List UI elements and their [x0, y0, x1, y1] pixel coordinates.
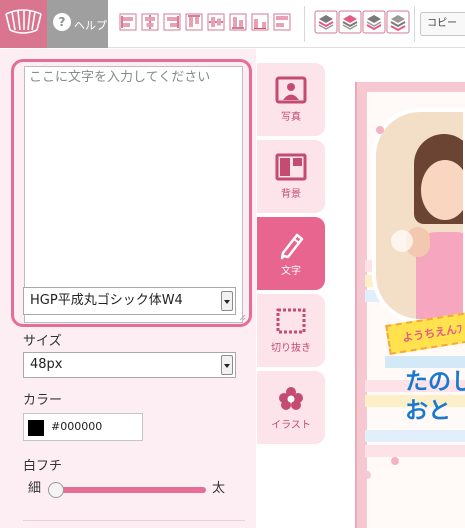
top-toolbar: ? ヘルプ コピー: [0, 0, 465, 48]
background-icon: [275, 153, 307, 181]
align-right-icon: [163, 13, 181, 31]
tab-label: 文字: [281, 266, 301, 277]
size-select-value: 48px: [30, 357, 63, 372]
send-back-button[interactable]: [386, 10, 410, 34]
layers-front-icon: [314, 10, 338, 34]
outline-min-label: 細: [28, 481, 42, 496]
decor-stripe: [365, 445, 465, 457]
bring-front-button[interactable]: [314, 10, 338, 34]
align-center-icon: [141, 13, 159, 31]
send-backward-button[interactable]: [362, 10, 386, 34]
crop-frame-icon: [276, 308, 306, 334]
align-bottom-button[interactable]: [228, 12, 248, 32]
outline-max-label: 太: [212, 481, 226, 496]
size-label: サイズ: [23, 334, 62, 349]
photo-bubble: [391, 230, 413, 252]
color-label: カラー: [23, 393, 63, 408]
flower-decoration-icon: [363, 471, 371, 479]
heading-line2: おと: [405, 398, 451, 424]
tab-label: 背景: [281, 189, 301, 200]
toolbar-separator: [414, 6, 415, 42]
layers-forward-icon: [338, 10, 362, 34]
app-logo[interactable]: [0, 0, 47, 48]
resize-grip-icon[interactable]: [238, 313, 246, 321]
distribute-vertical-icon: [273, 13, 291, 31]
align-left-button[interactable]: [118, 12, 138, 32]
outline-slider-track[interactable]: [51, 487, 206, 493]
photo-icon: [275, 76, 307, 104]
outline-label: 白フチ: [23, 459, 63, 474]
align-right-button[interactable]: [162, 12, 182, 32]
align-middle-button[interactable]: [206, 12, 226, 32]
panel-divider: [23, 520, 245, 521]
size-select[interactable]: 48px: [23, 352, 236, 378]
child-photo[interactable]: [372, 108, 465, 323]
color-value: #000000: [51, 420, 103, 433]
font-select[interactable]: HGP平成丸ゴシック体W4: [23, 287, 236, 315]
pencil-icon: [280, 233, 304, 260]
flower-decoration-icon: [391, 457, 399, 465]
flower-decoration-icon: [376, 126, 384, 134]
align-top-icon: [185, 13, 203, 31]
tab-label: 写真: [281, 112, 301, 123]
align-middle-icon: [207, 13, 225, 31]
distribute-icon: [251, 13, 269, 31]
decor-stripe: [365, 430, 465, 442]
tab-photo[interactable]: 写真: [257, 63, 325, 136]
logo-icon: [5, 9, 42, 34]
tab-crop[interactable]: 切り抜き: [257, 294, 325, 367]
question-icon: ?: [53, 13, 71, 31]
distribute-v-button[interactable]: [272, 12, 292, 32]
color-picker[interactable]: #000000: [23, 413, 143, 441]
font-select-value: HGP平成丸ゴシック体W4: [30, 293, 183, 308]
copy-button[interactable]: コピー: [420, 12, 465, 36]
tab-label: 切り抜き: [271, 343, 311, 354]
tab-illustration[interactable]: イラスト: [257, 371, 325, 444]
color-swatch: [28, 420, 44, 436]
flower-icon: [279, 387, 303, 410]
align-bottom-icon: [229, 13, 247, 31]
toolbar-separator: [304, 6, 305, 42]
text-input[interactable]: [24, 66, 243, 323]
chevron-down-icon: [221, 355, 233, 375]
tab-background[interactable]: 背景: [257, 140, 325, 213]
align-top-button[interactable]: [184, 12, 204, 32]
align-center-h-button[interactable]: [140, 12, 160, 32]
tab-text[interactable]: 文字: [257, 217, 325, 290]
photo-face: [421, 160, 463, 220]
bring-forward-button[interactable]: [338, 10, 362, 34]
layers-back-icon: [386, 10, 410, 34]
distribute-button[interactable]: [250, 12, 270, 32]
chevron-down-icon: [221, 291, 233, 311]
layers-backward-icon: [362, 10, 386, 34]
outline-slider-thumb[interactable]: [48, 482, 64, 498]
tab-label: イラスト: [271, 420, 311, 431]
help-label: ヘルプ: [74, 19, 107, 32]
align-left-icon: [119, 13, 137, 31]
help-button[interactable]: ? ヘルプ: [47, 0, 108, 48]
